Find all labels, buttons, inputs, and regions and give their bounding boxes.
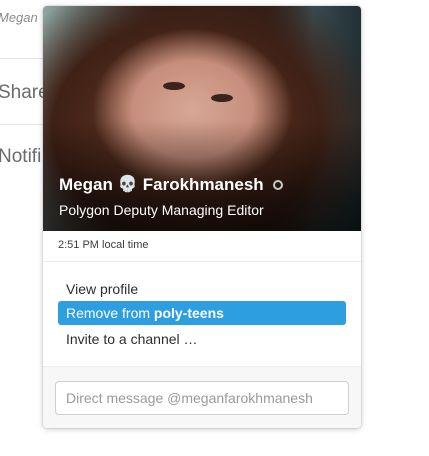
last-name: Farokhmanesh — [142, 175, 264, 194]
background-divider — [0, 58, 44, 59]
invite-label: Invite to a channel … — [66, 331, 198, 347]
direct-message-footer — [43, 366, 361, 428]
background-notifications-item[interactable]: Notifi — [0, 146, 41, 168]
local-time: 2:51 PM local time — [58, 239, 149, 251]
view-profile-label: View profile — [66, 281, 139, 297]
profile-name: Megan 💀 Farokhmanesh — [59, 175, 283, 195]
invite-to-channel-menu-item[interactable]: Invite to a channel … — [58, 327, 346, 351]
skull-icon: 💀 — [117, 176, 138, 193]
profile-photo[interactable]: Megan 💀 Farokhmanesh Polygon Deputy Mana… — [43, 6, 361, 231]
background-divider — [0, 124, 44, 125]
photo-detail — [163, 82, 185, 90]
profile-popover: Megan 💀 Farokhmanesh Polygon Deputy Mana… — [43, 6, 361, 428]
profile-job-title: Polygon Deputy Managing Editor — [59, 202, 264, 218]
background-share-item[interactable]: Share — [0, 82, 49, 104]
channel-name: poly-teens — [153, 305, 224, 321]
remove-from-channel-menu-item[interactable]: Remove from poly-teens — [58, 301, 346, 325]
divider — [43, 261, 361, 262]
view-profile-menu-item[interactable]: View profile — [58, 277, 346, 301]
remove-label: Remove from — [66, 305, 154, 321]
direct-message-input[interactable] — [55, 381, 349, 415]
away-status-icon — [272, 180, 283, 190]
first-name: Megan — [59, 175, 113, 194]
photo-detail — [211, 94, 233, 102]
background-channel-header: Megan — [0, 10, 38, 25]
